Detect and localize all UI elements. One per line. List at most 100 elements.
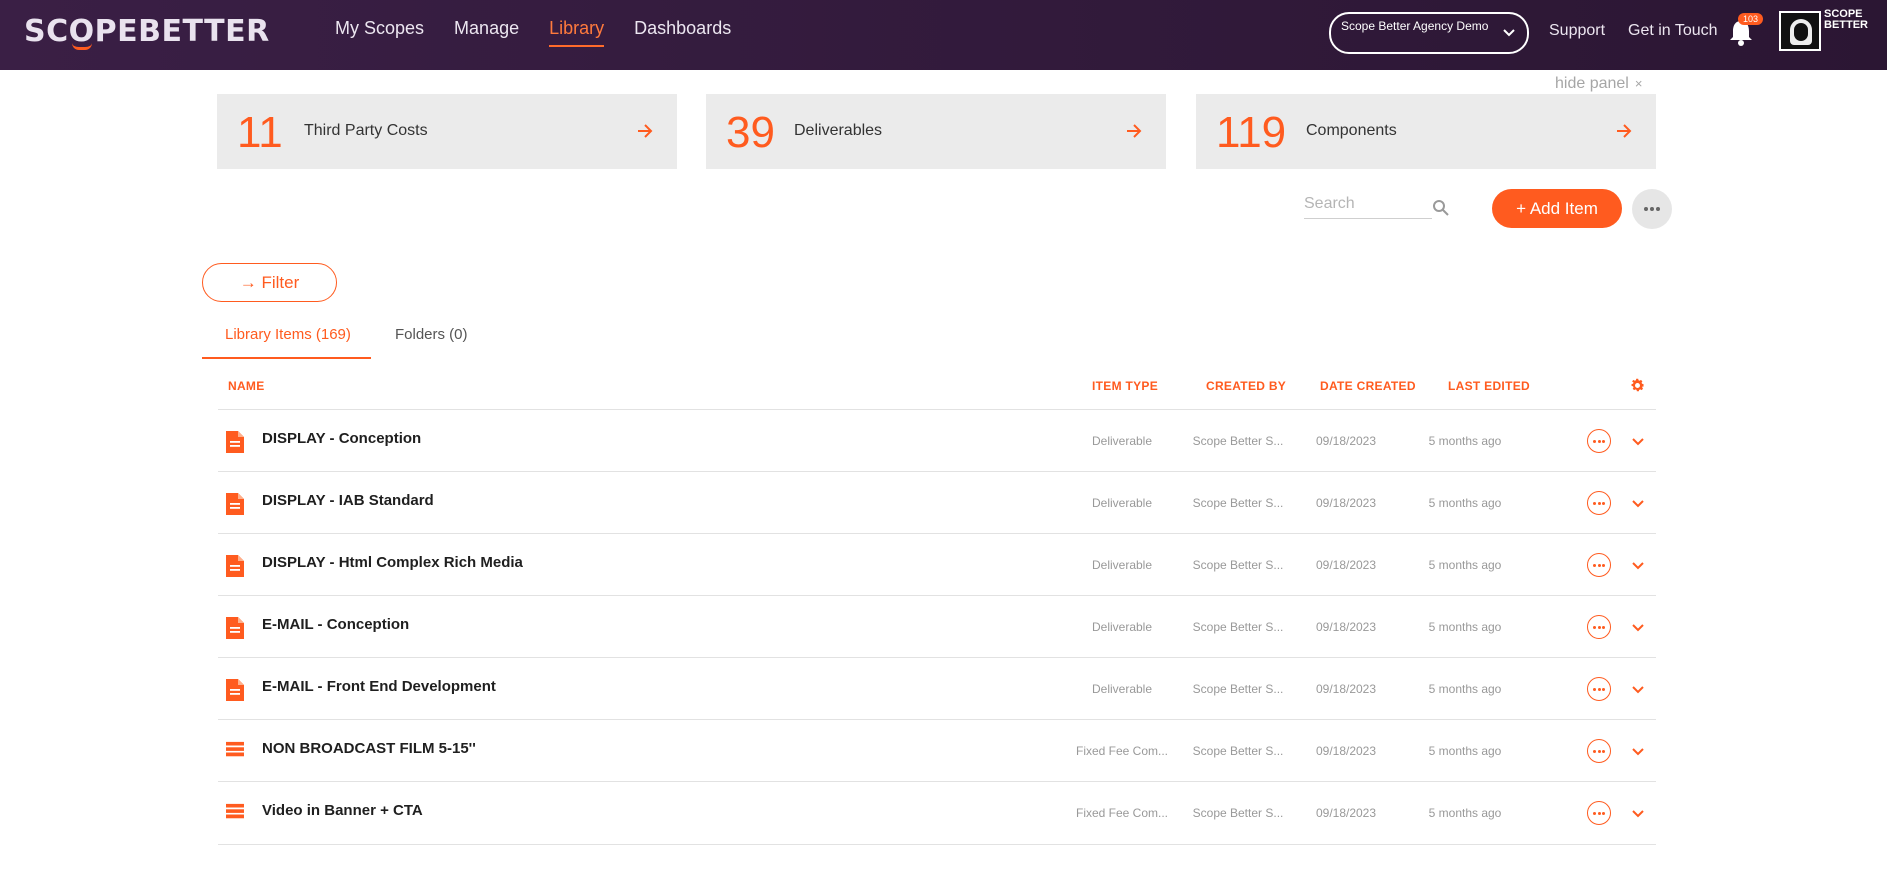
tab-library-items[interactable]: Library Items (169) [225, 326, 351, 343]
document-icon [226, 431, 244, 453]
created-by: Scope Better S... [1192, 434, 1284, 448]
get-in-touch-link[interactable]: Get in Touch [1628, 22, 1718, 40]
last-edited: 5 months ago [1428, 744, 1502, 758]
chevron-down-icon[interactable] [1630, 619, 1646, 635]
hide-panel-button[interactable]: hide panel × [1555, 75, 1642, 93]
document-icon [226, 493, 244, 515]
table-row[interactable]: Video in Banner + CTA Fixed Fee Com... Sco… [218, 781, 1656, 843]
nav-library[interactable]: Library [549, 18, 605, 47]
mini-logo-line-2: BETTER [1824, 19, 1868, 31]
logo-text-o: O [68, 14, 95, 49]
table-row[interactable]: DISPLAY - Html Complex Rich Media Deliver… [218, 533, 1656, 595]
table-row[interactable]: E-MAIL - Conception Deliverable Scope Bett… [218, 595, 1656, 657]
item-name[interactable]: DISPLAY - IAB Standard [262, 492, 434, 509]
row-more-options-button[interactable] [1587, 801, 1611, 825]
logo-text-left: SC [24, 14, 69, 49]
dot [1593, 502, 1596, 505]
dot [1593, 440, 1596, 443]
row-more-options-button[interactable] [1587, 677, 1611, 701]
chevron-down-icon[interactable] [1630, 805, 1646, 821]
created-by: Scope Better S... [1192, 496, 1284, 510]
row-more-options-button[interactable] [1587, 553, 1611, 577]
table-row[interactable]: DISPLAY - IAB Standard Deliverable Scope B… [218, 471, 1656, 533]
dot [1602, 564, 1605, 567]
nav-dashboards[interactable]: Dashboards [634, 18, 731, 47]
date-created: 09/18/2023 [1315, 434, 1377, 448]
gear-icon[interactable] [1629, 377, 1646, 394]
created-by: Scope Better S... [1192, 620, 1284, 634]
scopebetter-logo[interactable]: SCOPEBETTER [24, 14, 270, 49]
stat-card-components[interactable]: 119 Components [1196, 94, 1656, 169]
dot [1602, 688, 1605, 691]
stat-card-deliverables[interactable]: 39 Deliverables [706, 94, 1166, 169]
user-avatar[interactable] [1779, 11, 1821, 51]
dot [1602, 626, 1605, 629]
column-header-last-edited[interactable]: LAST EDITED [1448, 379, 1530, 393]
date-created: 09/18/2023 [1315, 620, 1377, 634]
tab-folders[interactable]: Folders (0) [395, 326, 468, 343]
organization-select[interactable]: Scope Better Agency Demo [1329, 12, 1529, 54]
item-name[interactable]: NON BROADCAST FILM 5-15'' [262, 740, 476, 757]
table-row[interactable]: DISPLAY - Conception Deliverable Scope Bet… [218, 409, 1656, 471]
chevron-down-icon[interactable] [1630, 743, 1646, 759]
search-icon[interactable] [1432, 199, 1450, 217]
support-link[interactable]: Support [1549, 22, 1605, 40]
main-nav: My Scopes Manage Library Dashboards [335, 18, 731, 47]
search-field [1304, 195, 1432, 219]
notification-badge: 103 [1738, 13, 1764, 25]
component-icon [226, 741, 244, 763]
created-by: Scope Better S... [1192, 806, 1284, 820]
date-created: 09/18/2023 [1315, 496, 1377, 510]
top-navigation-bar: SCOPEBETTER My Scopes Manage Library Das… [0, 0, 1887, 70]
chevron-down-icon[interactable] [1630, 557, 1646, 573]
chevron-down-icon[interactable] [1630, 681, 1646, 697]
item-type: Deliverable [1091, 620, 1153, 634]
document-icon [226, 679, 244, 701]
stat-count: 39 [726, 108, 775, 157]
component-icon [226, 803, 244, 825]
chevron-down-icon[interactable] [1630, 433, 1646, 449]
row-more-options-button[interactable] [1587, 491, 1611, 515]
nav-my-scopes[interactable]: My Scopes [335, 18, 424, 47]
document-icon [226, 555, 244, 577]
column-header-name[interactable]: NAME [228, 379, 265, 393]
chevron-down-icon [1503, 29, 1515, 37]
table-row[interactable]: E-MAIL - Front End Development Deliverabl… [218, 657, 1656, 719]
row-more-options-button[interactable] [1587, 739, 1611, 763]
dot [1656, 207, 1660, 211]
stat-card-third-party-costs[interactable]: 11 Third Party Costs [217, 94, 677, 169]
item-type: Fixed Fee Com... [1075, 806, 1169, 820]
dot [1644, 207, 1648, 211]
more-options-button[interactable] [1632, 189, 1672, 229]
dot [1602, 502, 1605, 505]
item-name[interactable]: Video in Banner + CTA [262, 802, 423, 819]
row-more-options-button[interactable] [1587, 615, 1611, 639]
column-header-created-by[interactable]: CREATED BY [1206, 379, 1286, 393]
row-more-options-button[interactable] [1587, 429, 1611, 453]
item-name[interactable]: E-MAIL - Front End Development [262, 678, 496, 695]
item-name[interactable]: E-MAIL - Conception [262, 616, 409, 633]
dot [1593, 564, 1596, 567]
search-input[interactable] [1304, 195, 1432, 213]
filter-button[interactable]: → Filter [202, 263, 337, 302]
item-name[interactable]: DISPLAY - Conception [262, 430, 421, 447]
arrow-right-icon [638, 124, 653, 138]
chevron-down-icon[interactable] [1630, 495, 1646, 511]
nav-manage[interactable]: Manage [454, 18, 519, 47]
item-name[interactable]: DISPLAY - Html Complex Rich Media [262, 554, 523, 571]
add-item-button[interactable]: + Add Item [1492, 189, 1622, 228]
logo-text-right: PEBETTER [94, 14, 270, 49]
dot [1602, 440, 1605, 443]
table-row[interactable]: NON BROADCAST FILM 5-15'' Fixed Fee Com..… [218, 719, 1656, 781]
organization-select-value: Scope Better Agency Demo [1341, 19, 1489, 33]
stat-label: Third Party Costs [304, 122, 428, 139]
company-mini-logo: SCOPE BETTER [1824, 9, 1868, 31]
active-tab-indicator [202, 357, 371, 359]
dot [1593, 750, 1596, 753]
column-header-item-type[interactable]: ITEM TYPE [1092, 379, 1158, 393]
item-type: Deliverable [1091, 496, 1153, 510]
arrow-right-icon [1617, 124, 1632, 138]
dot [1597, 626, 1601, 629]
item-type: Deliverable [1091, 682, 1153, 696]
column-header-date-created[interactable]: DATE CREATED [1320, 379, 1416, 393]
